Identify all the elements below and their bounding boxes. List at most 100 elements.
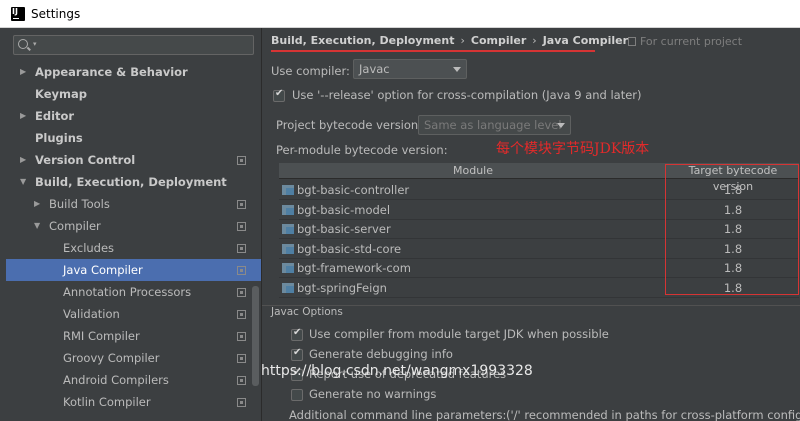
window-titlebar: Settings bbox=[0, 0, 800, 28]
project-bytecode-value: Same as language level bbox=[424, 118, 562, 132]
chevron-right-icon[interactable]: ▶ bbox=[34, 193, 44, 215]
project-scope-icon bbox=[237, 310, 246, 319]
module-name-cell: bgt-basic-server bbox=[297, 222, 391, 236]
sidebar-item[interactable]: Excludes bbox=[6, 237, 261, 259]
breadcrumb-item[interactable]: Build, Execution, Deployment bbox=[271, 34, 454, 47]
module-name-cell: bgt-basic-std-core bbox=[297, 241, 402, 256]
sidebar-item-label: Groovy Compiler bbox=[63, 351, 160, 365]
release-option-checkbox[interactable] bbox=[273, 88, 285, 102]
module-folder-icon bbox=[282, 204, 294, 215]
sidebar-item-label: Android Compilers bbox=[63, 373, 169, 387]
project-scope-icon bbox=[628, 37, 636, 46]
intellij-app-icon bbox=[11, 6, 25, 21]
breadcrumb-separator-icon: › bbox=[532, 34, 537, 47]
module-folder-icon bbox=[282, 282, 294, 293]
chevron-down-icon bbox=[557, 123, 565, 128]
additional-params-hint: ('/' recommended in paths for cross-plat… bbox=[506, 408, 800, 421]
sidebar-item[interactable]: ▶ Editor bbox=[6, 105, 261, 127]
project-scope-icon bbox=[237, 354, 246, 363]
sidebar-item-label: Validation bbox=[63, 307, 120, 321]
option-checkbox[interactable] bbox=[291, 347, 303, 361]
sidebar-item[interactable]: Kotlin Compiler bbox=[6, 391, 261, 413]
sidebar-item-label: RMI Compiler bbox=[63, 329, 140, 343]
watermark-url: https://blog.csdn.net/wangmx1993328 bbox=[261, 363, 533, 379]
use-compiler-value: Javac bbox=[359, 62, 390, 76]
project-scope-icon bbox=[237, 200, 246, 209]
sidebar-item-label: Plugins bbox=[35, 131, 83, 145]
project-scope-icon bbox=[237, 244, 246, 253]
chevron-right-icon[interactable]: ▶ bbox=[20, 149, 30, 171]
chevron-right-icon[interactable]: ▶ bbox=[20, 61, 30, 83]
use-compiler-label: Use compiler: bbox=[271, 64, 350, 78]
chevron-down-icon[interactable]: ▼ bbox=[34, 215, 44, 237]
project-bytecode-dropdown[interactable]: Same as language level bbox=[418, 115, 571, 135]
sidebar-item[interactable]: Keymap bbox=[6, 83, 261, 105]
module-name-cell: bgt-framework-com bbox=[297, 261, 411, 275]
option-label: Use compiler from module target JDK when… bbox=[309, 327, 609, 341]
sidebar-item[interactable]: ▶ Version Control bbox=[6, 149, 261, 171]
settings-search-input[interactable]: ▾ bbox=[13, 35, 254, 55]
additional-params-label: Additional command line parameters: bbox=[289, 408, 507, 421]
javac-options-title: Javac Options bbox=[271, 306, 343, 318]
sidebar-item[interactable]: Plugins bbox=[6, 127, 261, 149]
red-annotation-text: 每个模块字节码JDK版本 bbox=[496, 141, 650, 157]
sidebar-item-label: Keymap bbox=[35, 87, 87, 101]
chevron-down-icon bbox=[453, 67, 461, 72]
module-name-cell: bgt-basic-model bbox=[297, 202, 391, 217]
sidebar-item[interactable]: ▶ Build Tools bbox=[6, 193, 261, 215]
breadcrumb-item-current: Java Compiler bbox=[542, 34, 629, 47]
sidebar-item-label: Java Compiler bbox=[63, 263, 143, 277]
option-label: Generate no warnings bbox=[309, 387, 437, 401]
option-checkbox[interactable] bbox=[291, 327, 303, 341]
release-option-label: Use '--release' option for cross-compila… bbox=[292, 88, 642, 102]
sidebar-item-label: Build, Execution, Deployment bbox=[35, 175, 227, 189]
sidebar-item[interactable]: Java Compiler bbox=[6, 259, 261, 281]
project-scope-icon bbox=[237, 222, 246, 231]
search-options-chevron-icon[interactable]: ▾ bbox=[33, 40, 37, 48]
sidebar-item-label: Appearance & Behavior bbox=[35, 65, 188, 79]
use-compiler-dropdown[interactable]: Javac bbox=[353, 59, 467, 79]
per-module-bytecode-label: Per-module bytecode version: bbox=[276, 143, 448, 157]
search-icon[interactable] bbox=[18, 39, 28, 49]
sidebar-item[interactable]: ▼ Compiler bbox=[6, 215, 261, 237]
module-name-cell: bgt-springFeign bbox=[297, 280, 387, 295]
chevron-down-icon[interactable]: ▼ bbox=[20, 171, 30, 193]
breadcrumb-separator-icon: › bbox=[460, 34, 465, 47]
column-header-module[interactable]: Module bbox=[279, 163, 667, 179]
module-folder-icon bbox=[282, 243, 294, 254]
sidebar-item[interactable]: ▶ Appearance & Behavior bbox=[6, 61, 261, 83]
sidebar-item[interactable]: Android Compilers bbox=[6, 369, 261, 391]
for-current-project-note: For current project bbox=[628, 35, 742, 48]
sidebar-item-label: Version Control bbox=[35, 153, 136, 167]
use-compiler-row: Use compiler: bbox=[271, 61, 350, 81]
project-scope-icon bbox=[237, 288, 246, 297]
project-scope-icon bbox=[237, 332, 246, 341]
sidebar-item-label: Editor bbox=[35, 109, 75, 123]
project-scope-icon bbox=[237, 266, 246, 275]
sidebar-item-label: Kotlin Compiler bbox=[63, 395, 151, 409]
chevron-right-icon[interactable]: ▶ bbox=[20, 105, 30, 127]
sidebar-item[interactable]: Groovy Compiler bbox=[6, 347, 261, 369]
for-current-project-text: For current project bbox=[640, 35, 743, 48]
breadcrumb: Build, Execution, Deployment › Compiler › Ja… bbox=[271, 34, 628, 50]
breadcrumb-red-underline bbox=[271, 50, 595, 52]
project-scope-icon bbox=[237, 376, 246, 385]
module-folder-icon bbox=[282, 224, 294, 234]
module-folder-icon bbox=[282, 185, 294, 195]
option-checkbox[interactable] bbox=[291, 389, 303, 401]
sidebar-item-label: Annotation Processors bbox=[63, 285, 192, 299]
sidebar-scrollbar[interactable] bbox=[252, 286, 259, 386]
sidebar-item[interactable]: ▼ Build, Execution, Deployment bbox=[6, 171, 261, 193]
settings-sidebar: ▾ ▶ Appearance & Behavior Keymap ▶ Editor Plu… bbox=[0, 28, 262, 421]
red-highlight-box bbox=[665, 164, 799, 295]
window-title: Settings bbox=[31, 6, 81, 21]
sidebar-item[interactable]: Annotation Processors bbox=[6, 281, 261, 303]
project-scope-icon bbox=[237, 156, 246, 165]
sidebar-item-label: Compiler bbox=[49, 219, 101, 233]
sidebar-item[interactable]: Validation bbox=[6, 303, 261, 325]
sidebar-item[interactable]: RMI Compiler bbox=[6, 325, 261, 347]
settings-tree: ▶ Appearance & Behavior Keymap ▶ Editor Plugi… bbox=[6, 61, 261, 413]
breadcrumb-item[interactable]: Compiler bbox=[471, 34, 526, 47]
option-label: Generate debugging info bbox=[309, 347, 453, 361]
project-scope-icon bbox=[237, 398, 246, 407]
